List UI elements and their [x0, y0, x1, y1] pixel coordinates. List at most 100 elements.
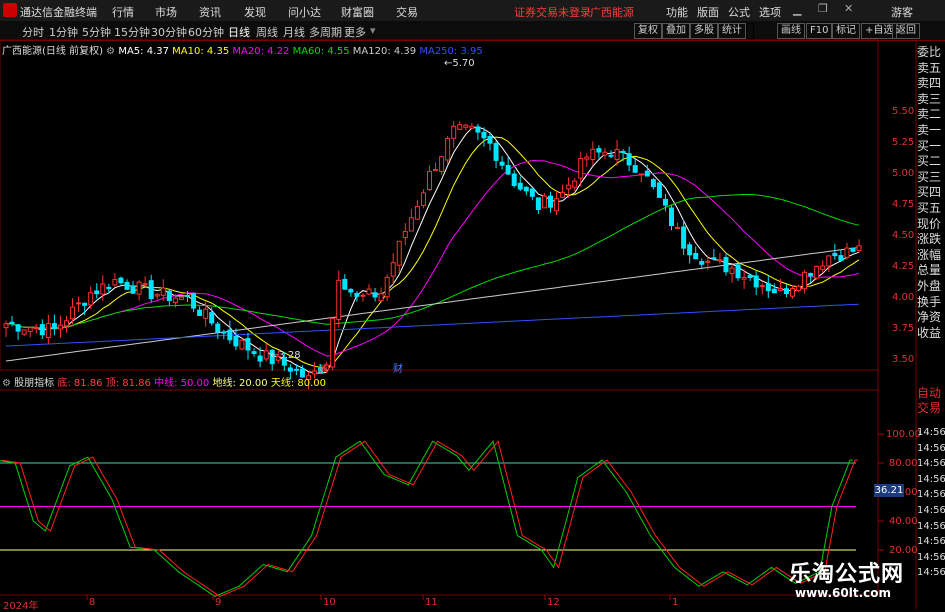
ma60-label: MA60: 4.55	[292, 46, 350, 57]
candle-body	[112, 279, 118, 286]
candle-body	[608, 154, 614, 157]
y-tick-450: 4.50	[892, 230, 915, 241]
candle-body	[402, 231, 408, 239]
candle-body	[759, 285, 765, 288]
candle-body	[64, 320, 69, 327]
ma10-label: MA10: 4.35	[172, 46, 230, 57]
candle-body	[70, 306, 76, 320]
main-chart-frame	[0, 39, 879, 371]
candle-body	[390, 262, 396, 277]
quote-row-3: 卖三	[917, 91, 942, 106]
auto-trade-label-1[interactable]: 交易	[917, 401, 945, 416]
quote-row-4: 卖二	[917, 107, 942, 122]
quote-row-15: 外盘	[917, 279, 942, 293]
candle-body	[741, 276, 747, 280]
candle-body	[790, 287, 795, 297]
quote-row-5: 卖一	[917, 123, 942, 137]
event-marker-cai[interactable]: 财	[393, 360, 403, 375]
candle-body	[3, 323, 9, 329]
chart-canvas[interactable]	[0, 0, 945, 609]
candle-body	[596, 148, 602, 153]
candle-body	[378, 293, 384, 302]
candle-body	[348, 288, 354, 293]
ma5-label: MA5: 4.37	[118, 46, 169, 57]
low-price-label: ←3.28	[270, 350, 301, 361]
candle-body	[572, 180, 578, 188]
quote-row-12: 涨跌	[917, 232, 942, 247]
candle-body	[21, 329, 27, 335]
candle-body	[197, 309, 203, 316]
candle-body	[693, 253, 699, 260]
osc-di-label: 底: 81.86	[57, 378, 103, 389]
oscillator-value-box: 36.21	[874, 484, 904, 497]
candle-body	[463, 124, 469, 128]
auto-trade-label-0[interactable]: 自动	[917, 386, 945, 401]
oscillator-legend: ⚙ 股朋指标 底: 81.86 顶: 81.86 中线: 50.00 地线: 2…	[2, 374, 326, 389]
tick-time-4: 14:56	[917, 489, 945, 501]
settings-gear-icon[interactable]: ⚙	[106, 46, 115, 57]
y-tick-550: 5.50	[892, 106, 915, 117]
osc-tick-100: 100.00	[886, 429, 921, 440]
candle-body	[850, 247, 856, 252]
candle-body	[239, 339, 245, 350]
quote-row-9: 买四	[917, 185, 942, 200]
candle-body	[396, 240, 402, 266]
candle-body	[777, 287, 783, 292]
candle-body	[541, 195, 547, 209]
oscillator-title[interactable]: 股朋指标	[14, 378, 54, 389]
quote-row-2: 卖四	[917, 76, 942, 91]
stock-title[interactable]: 广西能源(日线 前复权)	[2, 46, 103, 57]
main-chart-legend: 广西能源(日线 前复权) ⚙ MA5: 4.37 MA10: 4.35 MA20…	[2, 42, 483, 57]
candle-body	[160, 287, 166, 296]
candle-body	[548, 195, 553, 208]
x-label-oct: 10	[323, 597, 336, 608]
candle-body	[783, 288, 789, 295]
candle-body	[535, 197, 541, 210]
candle-body	[76, 302, 82, 305]
candle-body	[33, 327, 39, 330]
candle-body	[221, 331, 227, 334]
candle-body	[602, 151, 608, 156]
tick-time-0: 14:56	[917, 427, 945, 438]
candle-body	[505, 165, 511, 175]
candle-body	[650, 179, 656, 188]
candle-body	[838, 255, 844, 261]
candle-body	[136, 281, 142, 295]
candle-body	[427, 170, 432, 191]
candle-body	[487, 135, 493, 144]
candle-body	[45, 323, 51, 339]
quote-row-14: 总量	[917, 263, 942, 278]
candle-body	[433, 169, 439, 172]
candle-body	[15, 324, 21, 332]
x-label-sep: 9	[215, 597, 222, 608]
candle-body	[614, 149, 620, 160]
candle-body	[511, 173, 517, 186]
candle-body	[130, 285, 136, 294]
candle-body	[826, 255, 832, 267]
candle-body	[644, 170, 650, 177]
candle-body	[178, 296, 184, 300]
ma5-line	[5, 126, 860, 374]
candle-body	[796, 285, 802, 291]
event-marker-jian[interactable]: 减	[318, 360, 328, 375]
candle-body	[88, 292, 94, 306]
ma20-line	[5, 160, 860, 357]
oscillator-gear-icon[interactable]: ⚙	[2, 378, 11, 389]
candle-body	[687, 244, 693, 256]
watermark-url: www.60lt.com	[795, 586, 892, 600]
ma120-label: MA120: 4.39	[352, 46, 417, 57]
candle-body	[336, 279, 342, 320]
candle-body	[209, 312, 215, 324]
candle-body	[717, 259, 723, 262]
candle-body	[451, 125, 457, 139]
candle-body	[729, 267, 735, 275]
candle-body	[632, 165, 638, 173]
candle-body	[681, 226, 687, 249]
candle-body	[723, 257, 729, 273]
tick-time-7: 14:56	[917, 536, 945, 548]
candle-body	[656, 182, 662, 198]
quote-row-7: 买二	[917, 154, 942, 169]
x-label-jan: 1	[672, 597, 679, 608]
candle-body	[384, 276, 390, 298]
candle-body	[124, 281, 130, 290]
